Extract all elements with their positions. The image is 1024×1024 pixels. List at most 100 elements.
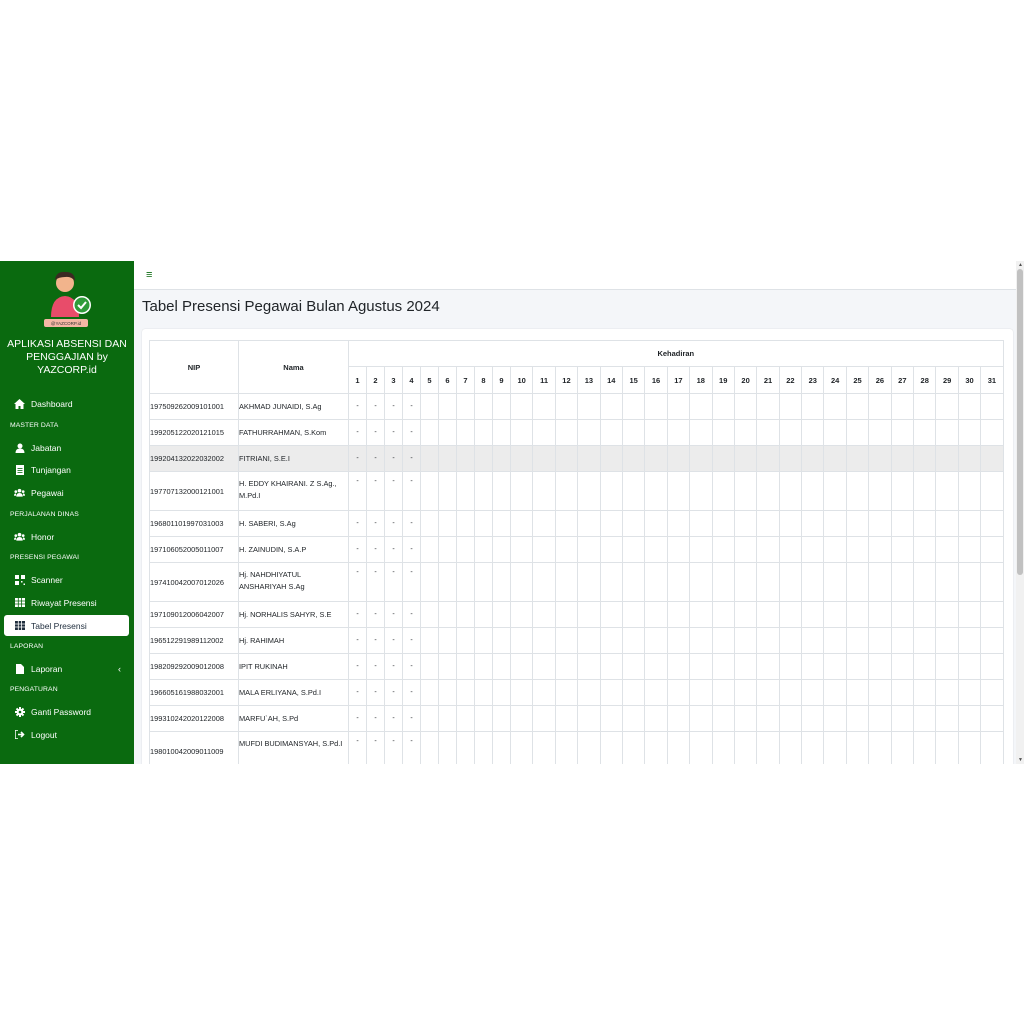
day-cell [957,445,982,472]
day-cell: - [348,731,367,764]
day-cell: - [402,705,421,732]
day-cell [711,653,735,680]
table-row: 196512291989112002 Hj. RAHIMAH - - - - [149,627,1004,654]
day-cell [980,562,1004,602]
day-cell [845,510,870,537]
day-cell [957,393,982,420]
day-cell [532,471,556,511]
day-cell [666,562,691,602]
page-title: Tabel Presensi Pegawai Bulan Agustus 202… [142,298,440,315]
day-cell: - [366,419,385,446]
users-icon [14,487,25,498]
day-header: 16 [644,366,668,394]
day-cell [599,705,623,732]
day-cell [599,445,623,472]
sidebar-item-label: Scanner [31,574,63,585]
day-header: 9 [492,366,511,394]
day-cell [456,679,475,706]
day-header: 15 [621,366,646,394]
day-cell: - [384,731,403,764]
day-cell [438,601,457,628]
day-cell [823,510,847,537]
day-cell: - [384,536,403,563]
day-cell [438,731,457,764]
day-cell [913,419,937,446]
sidebar-item-laporan[interactable]: Laporan ‹ [4,658,129,679]
nav-header-laporan: LAPORAN [10,643,44,650]
day-cell [509,536,534,563]
day-cell [644,679,668,706]
day-cell [474,419,493,446]
day-cell [756,731,780,764]
day-cell [823,536,847,563]
day-cell [778,562,803,602]
scrollbar-thumb[interactable] [1017,269,1023,575]
day-cell [778,653,803,680]
day-cell [532,510,556,537]
day-cell [666,705,691,732]
topbar: ≡ [134,261,1024,290]
day-cell [492,445,511,472]
day-cell [711,679,735,706]
day-header: 22 [778,366,803,394]
day-cell [733,731,758,764]
day-cell [599,627,623,654]
day-cell [456,705,475,732]
sidebar-item-tunjangan[interactable]: Tunjangan [4,459,129,480]
sidebar-item-jabatan[interactable]: Jabatan [4,437,129,458]
day-cell [456,510,475,537]
day-cell [778,601,803,628]
sidebar-item-honor[interactable]: Honor [4,526,129,547]
day-cell [438,653,457,680]
day-header: 31 [980,366,1004,394]
day-cell [868,679,892,706]
sidebar-item-logout[interactable]: Logout [4,724,129,745]
day-cell [420,653,439,680]
day-cell: - [402,601,421,628]
day-cell [890,679,915,706]
day-cell [823,627,847,654]
scroll-down-icon[interactable]: ▼ [1018,757,1023,763]
day-cell [733,471,758,511]
day-cell [420,679,439,706]
scroll-up-icon[interactable]: ▲ [1018,262,1023,268]
sidebar-item-tabel-presensi[interactable]: Tabel Presensi [4,615,129,636]
day-cell [554,705,579,732]
day-cell: - [366,601,385,628]
sidebar-item-dashboard[interactable]: Dashboard [4,393,129,414]
day-cell: - [384,679,403,706]
day-cell: - [402,536,421,563]
day-cell: - [366,679,385,706]
day-cell [778,705,803,732]
sidebar-item-pegawai[interactable]: Pegawai [4,482,129,503]
day-cell [420,601,439,628]
day-cell [733,445,758,472]
day-cell: - [348,562,367,602]
day-cell [980,705,1004,732]
day-header: 26 [868,366,892,394]
logout-icon [14,729,25,740]
day-cell [756,601,780,628]
nip-cell: 197509262009101001 [149,393,239,420]
day-cell [957,679,982,706]
nav-header-presensi-pegawai: PRESENSI PEGAWAI [10,554,80,561]
sidebar-item-riwayat-presensi[interactable]: Riwayat Presensi [4,592,129,613]
day-cell [689,471,713,511]
day-cell [890,562,915,602]
day-cell [577,419,601,446]
day-cell [778,627,803,654]
sidebar-item-scanner[interactable]: Scanner [4,569,129,590]
day-cell [509,653,534,680]
nip-cell: 197109012006042007 [149,601,239,628]
day-cell [621,536,646,563]
vertical-scrollbar[interactable]: ▲ ▼ [1016,261,1024,764]
menu-toggle-icon[interactable]: ≡ [146,269,152,281]
day-cell [890,393,915,420]
day-cell [823,562,847,602]
nama-cell: H. ZAINUDIN, S.A.P [238,536,349,563]
day-cell [913,627,937,654]
sidebar-item-ganti-password[interactable]: Ganti Password [4,701,129,722]
table-row: 199310242020122008 MARFU`AH, S.Pd - - - - [149,705,1004,732]
logo-text: @YAZCORP.id [51,321,82,326]
day-cell [666,471,691,511]
